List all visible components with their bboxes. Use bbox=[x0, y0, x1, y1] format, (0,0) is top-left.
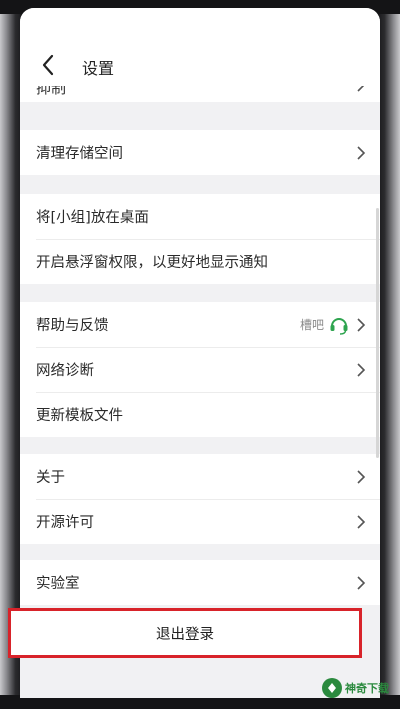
settings-row-label: 帮助与反馈 bbox=[36, 318, 109, 334]
chevron-right-icon bbox=[357, 514, 366, 529]
settings-row[interactable]: 开源许可 bbox=[20, 499, 380, 544]
feedback-channel-text: 槽吧 bbox=[299, 318, 324, 332]
settings-section: 清理存储空间 bbox=[20, 130, 380, 175]
settings-section: 帮助与反馈 槽吧网络诊断更新模板文件 bbox=[20, 302, 380, 437]
watermark-icon bbox=[322, 678, 342, 698]
settings-section: 将[小组]放在桌面开启悬浮窗权限，以更好地显示通知 bbox=[20, 194, 380, 284]
settings-row-label: 开源许可 bbox=[36, 515, 94, 531]
settings-row[interactable]: 实验室 bbox=[20, 560, 380, 605]
settings-row-label: 开启悬浮窗权限，以更好地显示通知 bbox=[36, 255, 268, 271]
partially-hidden-row-label: 抑制 bbox=[36, 86, 67, 97]
chevron-right-icon bbox=[357, 86, 365, 92]
logout-button[interactable]: 退出登录 bbox=[8, 608, 362, 658]
headset-icon bbox=[330, 317, 348, 335]
settings-row[interactable]: 网络诊断 bbox=[20, 347, 380, 392]
settings-row[interactable]: 帮助与反馈 槽吧 bbox=[20, 302, 380, 347]
chevron-right-icon bbox=[357, 145, 366, 160]
settings-row[interactable]: 更新模板文件 bbox=[20, 392, 380, 437]
settings-row-label: 更新模板文件 bbox=[36, 408, 123, 424]
chevron-right-icon bbox=[357, 317, 366, 332]
page-title: 设置 bbox=[82, 59, 115, 78]
phone-bezel-right bbox=[378, 0, 400, 709]
phone-bezel-left bbox=[0, 0, 22, 709]
watermark-logo: 神奇下载 bbox=[322, 675, 394, 701]
settings-screen: 设置 抑制 清理存储空间 将[小组]放在桌面 开启悬浮窗权限，以更好地显示通知 帮助与… bbox=[20, 8, 380, 698]
app-header: 设置 bbox=[20, 8, 380, 90]
chevron-left-icon bbox=[42, 54, 54, 76]
settings-row[interactable]: 关于 bbox=[20, 454, 380, 499]
settings-section: 实验室 bbox=[20, 560, 380, 605]
partially-hidden-row[interactable]: 抑制 bbox=[20, 86, 380, 102]
settings-row[interactable]: 开启悬浮窗权限，以更好地显示通知 bbox=[20, 239, 380, 284]
settings-row[interactable]: 清理存储空间 bbox=[20, 130, 380, 175]
settings-section: 关于 开源许可 bbox=[20, 454, 380, 544]
chevron-right-icon bbox=[357, 575, 366, 590]
settings-row-label: 网络诊断 bbox=[36, 363, 94, 379]
chevron-right-icon bbox=[357, 469, 366, 484]
scrollbar[interactable] bbox=[376, 208, 379, 458]
logout-label: 退出登录 bbox=[156, 626, 214, 643]
settings-row-label: 关于 bbox=[36, 470, 65, 486]
settings-row[interactable]: 将[小组]放在桌面 bbox=[20, 194, 380, 239]
back-button[interactable] bbox=[36, 52, 60, 78]
chevron-right-icon bbox=[357, 362, 366, 377]
settings-row-label: 清理存储空间 bbox=[36, 146, 123, 162]
settings-row-label: 将[小组]放在桌面 bbox=[36, 210, 149, 226]
settings-row-label: 实验室 bbox=[36, 576, 80, 592]
watermark-text: 神奇下载 bbox=[345, 682, 389, 695]
